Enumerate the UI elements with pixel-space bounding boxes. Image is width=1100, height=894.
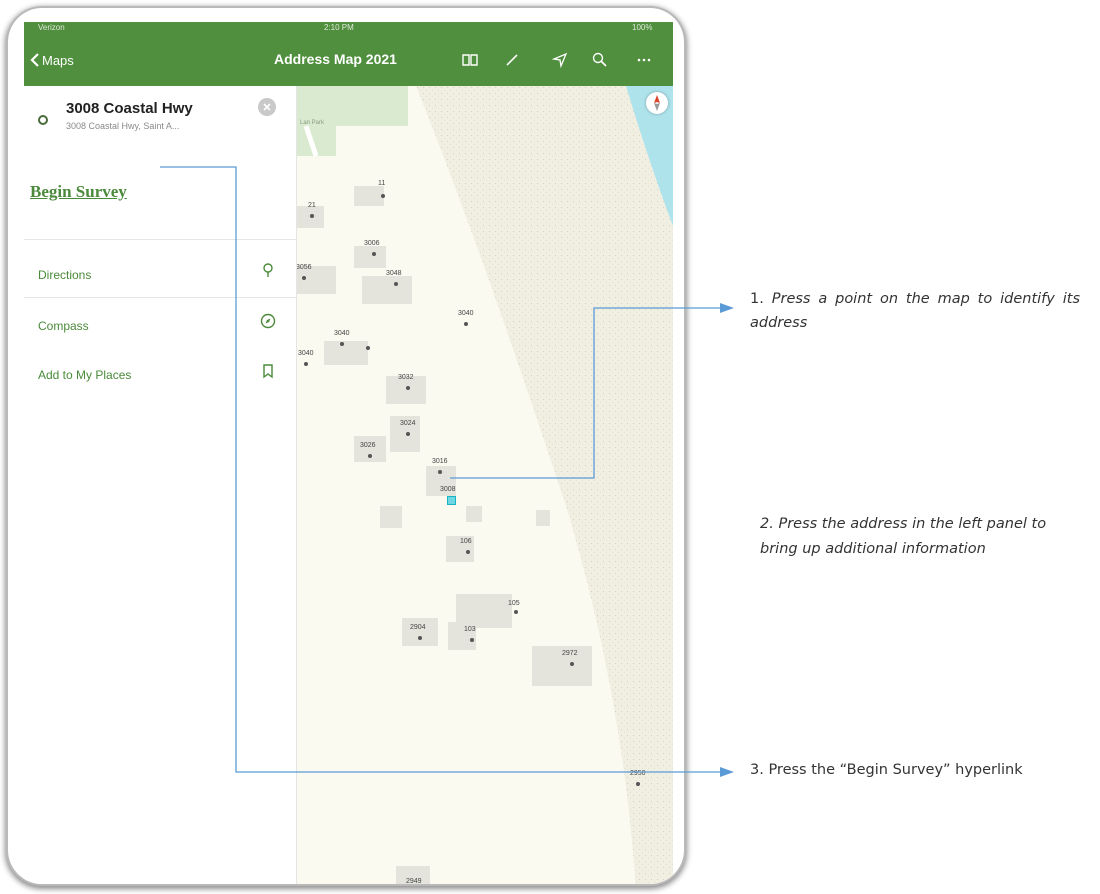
map-base (296, 86, 673, 884)
close-icon (263, 103, 271, 111)
address-point[interactable] (636, 782, 640, 786)
building (354, 186, 384, 206)
address-label: 3040 (298, 350, 314, 357)
arrowhead-step3 (720, 767, 734, 777)
bookmark-icon[interactable] (260, 363, 276, 379)
step2-text: 2. Press the address in the left panel t… (760, 516, 1047, 557)
address-point[interactable] (406, 432, 410, 436)
address-point[interactable] (406, 386, 410, 390)
address-label: 21 (308, 202, 316, 209)
address-label: 11 (378, 180, 386, 187)
building (354, 246, 386, 268)
address-point[interactable] (466, 550, 470, 554)
search-icon[interactable] (590, 50, 610, 70)
address-point[interactable] (304, 362, 308, 366)
divider (24, 297, 296, 298)
close-button[interactable] (258, 98, 276, 116)
pin-icon[interactable] (260, 262, 276, 278)
address-point[interactable] (464, 322, 468, 326)
annotation-step2: 2. Press the address in the left panel t… (760, 512, 1060, 562)
address-panel: 3008 Coastal Hwy 3008 Coastal Hwy, Saint… (24, 86, 297, 884)
more-icon[interactable] (634, 50, 654, 70)
page-title: Address Map 2021 (274, 51, 397, 67)
begin-survey-link[interactable]: Begin Survey (30, 182, 127, 202)
building (354, 436, 386, 462)
selected-address-point[interactable] (447, 496, 456, 505)
menu-item-directions[interactable]: Directions (38, 268, 91, 282)
address-label: 2972 (562, 650, 578, 657)
compass-icon[interactable] (260, 313, 276, 329)
address-point[interactable] (310, 214, 314, 218)
address-point[interactable] (302, 276, 306, 280)
back-label: Maps (42, 52, 74, 68)
address-label: 2949 (406, 878, 422, 884)
compass-badge[interactable] (646, 92, 668, 114)
building (402, 618, 438, 646)
building (380, 506, 402, 528)
annotation-step1: 1. Press a point on the map to identify … (750, 287, 1080, 335)
address-point[interactable] (340, 342, 344, 346)
address-label: 106 (460, 538, 472, 545)
back-button[interactable]: Maps (30, 47, 74, 73)
compass-needle-icon (654, 95, 660, 111)
annotation-step3: 3. Press the “Begin Survey” hyperlink (750, 762, 1023, 778)
address-subtitle[interactable]: 3008 Coastal Hwy, Saint A... (66, 121, 179, 131)
building (324, 341, 368, 365)
address-point[interactable] (514, 610, 518, 614)
building (466, 506, 482, 522)
address-point[interactable] (368, 454, 372, 458)
address-point[interactable] (438, 470, 442, 474)
address-point[interactable] (366, 346, 370, 350)
place-label: Lan Park (300, 120, 325, 126)
tablet-frame: Verizon 2:10 PM 100% Maps Address Map 20… (8, 8, 684, 884)
address-label: 3056 (296, 264, 312, 271)
menu-item-add-to-my-places[interactable]: Add to My Places (38, 368, 131, 382)
address-label: 3048 (386, 270, 402, 277)
pencil-icon[interactable] (502, 50, 522, 70)
address-title[interactable]: 3008 Coastal Hwy (66, 100, 193, 117)
address-label: 3026 (360, 442, 376, 449)
building (536, 510, 550, 526)
address-label: 2950 (630, 770, 646, 777)
address-point[interactable] (372, 252, 376, 256)
menu-item-compass[interactable]: Compass (38, 319, 89, 333)
address-label: 3008 (440, 486, 456, 493)
clock-label: 2:10 PM (324, 23, 354, 32)
address-point[interactable] (418, 636, 422, 640)
nav-bar: Maps Address Map 2021 (24, 34, 673, 86)
address-label: 2904 (410, 624, 426, 631)
divider (24, 239, 296, 240)
map-view[interactable]: Lan Park 11 21 3006 3056 3048 3040 3040 … (296, 86, 673, 884)
arrowhead-step1 (720, 303, 734, 313)
address-point[interactable] (381, 194, 385, 198)
app-screen: Verizon 2:10 PM 100% Maps Address Map 20… (24, 22, 673, 884)
navigation-arrow-icon[interactable] (550, 50, 570, 70)
building (362, 276, 412, 304)
address-point[interactable] (470, 638, 474, 642)
address-point[interactable] (570, 662, 574, 666)
address-label: 3024 (400, 420, 416, 427)
address-label: 103 (464, 626, 476, 633)
carrier-label: Verizon (38, 23, 65, 32)
address-label: 3040 (334, 330, 350, 337)
step1-number: 1. (750, 291, 764, 307)
address-label: 105 (508, 600, 520, 607)
book-icon[interactable] (460, 50, 480, 70)
address-point[interactable] (394, 282, 398, 286)
address-pin-icon (38, 115, 48, 125)
chevron-left-icon (30, 53, 39, 67)
address-label: 3032 (398, 374, 414, 381)
battery-label: 100% (632, 23, 653, 32)
address-label: 3006 (364, 240, 380, 247)
status-bar: Verizon 2:10 PM 100% (24, 22, 673, 34)
address-label: 3040 (458, 310, 474, 317)
step1-text: Press a point on the map to identify its… (750, 291, 1080, 331)
address-label: 3016 (432, 458, 448, 465)
